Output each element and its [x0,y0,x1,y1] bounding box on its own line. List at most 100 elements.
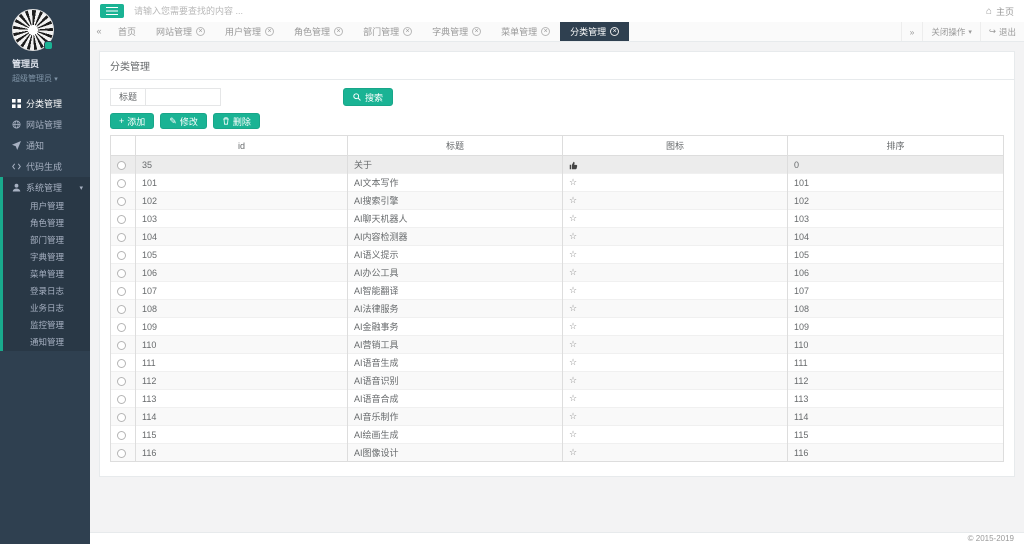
sidebar-subitem[interactable]: 部门管理 [3,232,90,249]
row-radio-button[interactable] [117,376,126,386]
row-radio-button[interactable] [117,322,126,332]
table-row[interactable]: 35 关于 0 [110,155,1004,174]
tab[interactable]: 网站管理 × [146,22,215,41]
table-row[interactable]: 111 AI语音生成 ☆ 111 [110,353,1004,372]
star-icon: ☆ [569,267,578,277]
add-button[interactable]: + 添加 [110,113,155,129]
column-header: 排序 [787,135,1004,156]
cell-id: 112 [135,371,348,390]
close-icon[interactable]: × [334,27,344,36]
tab[interactable]: 分类管理 × [560,22,630,41]
delete-button[interactable]: 删除 [212,113,260,129]
row-radio-button[interactable] [117,304,126,314]
tab[interactable]: 用户管理 × [215,22,284,41]
sidebar-item[interactable]: 系统管理 ▾ [3,177,90,198]
cell-sort: 115 [787,425,1004,444]
row-radio-button[interactable] [117,250,126,260]
sidebar-item-label: 分类管理 [26,99,63,109]
row-radio-button[interactable] [117,232,126,242]
table-row[interactable]: 101 AI文本写作 ☆ 101 [110,173,1004,192]
sidebar-item[interactable]: 网站管理 [0,114,90,135]
title-search-input[interactable] [145,88,222,106]
star-icon: ☆ [569,213,578,223]
sidebar-item[interactable]: 代码生成 [0,156,90,177]
sidebar-subitem[interactable]: 用户管理 [3,198,90,215]
sidebar-subitem[interactable]: 业务日志 [3,300,90,317]
table-row[interactable]: 102 AI搜索引擎 ☆ 102 [110,191,1004,210]
home-link[interactable]: ⌂ 主页 [986,0,1014,22]
close-icon[interactable]: × [610,27,620,36]
tab[interactable]: 部门管理 × [353,22,422,41]
close-icon[interactable]: × [472,27,482,36]
cell-icon: ☆ [562,191,788,210]
tabs-scroll-left-button[interactable]: « [90,22,108,41]
cell-icon: ☆ [562,209,788,228]
tab-label: 角色管理 [294,27,331,37]
edit-button[interactable]: ✎ 修改 [160,113,207,129]
row-radio-button[interactable] [117,268,126,278]
row-radio-button[interactable] [117,160,126,170]
row-radio-button[interactable] [117,196,126,206]
global-search-input[interactable] [134,0,454,22]
close-icon[interactable]: × [196,27,206,36]
row-radio-button[interactable] [117,178,126,188]
close-icon[interactable]: × [541,27,551,36]
row-radio-button[interactable] [117,340,126,350]
table-row[interactable]: 106 AI办公工具 ☆ 106 [110,263,1004,282]
table-header-row: id 标题 图标 排序 [110,135,1004,156]
tab-label: 字典管理 [432,27,469,37]
hamburger-menu-button[interactable] [100,4,124,18]
sidebar-item-label: 代码生成 [26,162,63,172]
sidebar-item[interactable]: 分类管理 [0,93,90,114]
cell-id: 115 [135,425,348,444]
tab[interactable]: 字典管理 × [422,22,491,41]
tab[interactable]: 角色管理 × [284,22,353,41]
tab[interactable]: 首页 [108,22,146,41]
table-row[interactable]: 104 AI内容检测器 ☆ 104 [110,227,1004,246]
tab[interactable]: 菜单管理 × [491,22,560,41]
row-radio-button[interactable] [117,394,126,404]
table-row[interactable]: 113 AI语音合成 ☆ 113 [110,389,1004,408]
table-row[interactable]: 108 AI法律服务 ☆ 108 [110,299,1004,318]
table-row[interactable]: 103 AI聊天机器人 ☆ 103 [110,209,1004,228]
table-row[interactable]: 107 AI智能翻译 ☆ 107 [110,281,1004,300]
logout-button[interactable]: ↪ 退出 [979,22,1024,41]
cell-title: AI图像设计 [347,443,563,462]
row-radio-button[interactable] [117,286,126,296]
close-icon[interactable]: × [403,27,413,36]
sidebar-subitem[interactable]: 通知管理 [3,334,90,351]
cell-icon: ☆ [562,425,788,444]
table-row[interactable]: 105 AI语义提示 ☆ 105 [110,245,1004,264]
table-row[interactable]: 112 AI语音识别 ☆ 112 [110,371,1004,390]
sidebar-subitem[interactable]: 字典管理 [3,249,90,266]
close-icon[interactable]: × [265,27,275,36]
cell-id: 105 [135,245,348,264]
cell-icon: ☆ [562,443,788,462]
user-role-dropdown[interactable]: 超级管理员 ▾ [12,73,90,84]
copyright-text: © 2015-2019 [967,534,1014,543]
cell-icon: ☆ [562,353,788,372]
table-row[interactable]: 114 AI音乐制作 ☆ 114 [110,407,1004,426]
close-actions-dropdown[interactable]: 关闭操作 ▾ [922,22,980,41]
row-radio-button[interactable] [117,412,126,422]
table-row[interactable]: 115 AI绘画生成 ☆ 115 [110,425,1004,444]
table-row[interactable]: 110 AI营销工具 ☆ 110 [110,335,1004,354]
cell-title: AI法律服务 [347,299,563,318]
cell-title: AI语音合成 [347,389,563,408]
row-radio-button[interactable] [117,430,126,440]
row-radio-button[interactable] [117,448,126,458]
tabs-scroll-right-button[interactable]: » [900,22,923,41]
avatar[interactable] [12,9,54,51]
sidebar-item-label: 网站管理 [26,120,63,130]
sidebar-item[interactable]: 通知 [0,135,90,156]
row-radio-button[interactable] [117,214,126,224]
sidebar-subitem[interactable]: 监控管理 [3,317,90,334]
sidebar-subitem[interactable]: 菜单管理 [3,266,90,283]
search-button[interactable]: 搜索 [343,88,394,106]
row-radio-button[interactable] [117,358,126,368]
cell-title: AI语义提示 [347,245,563,264]
sidebar-subitem[interactable]: 登录日志 [3,283,90,300]
sidebar-subitem[interactable]: 角色管理 [3,215,90,232]
table-row[interactable]: 116 AI图像设计 ☆ 116 [110,443,1004,462]
table-row[interactable]: 109 AI金融事务 ☆ 109 [110,317,1004,336]
